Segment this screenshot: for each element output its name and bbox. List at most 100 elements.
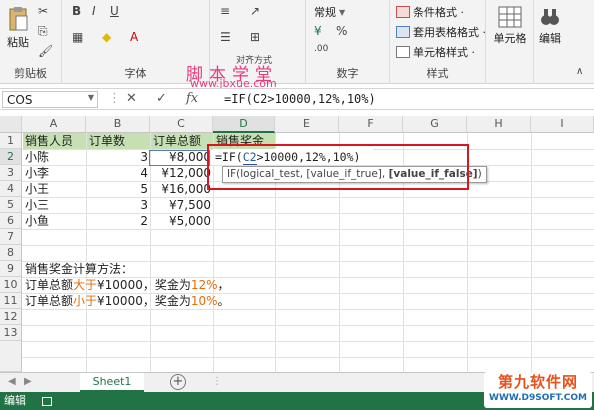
gridline — [22, 309, 594, 310]
cell-a6[interactable]: 小鱼 — [23, 213, 86, 229]
cells-button[interactable]: 单元格 — [490, 6, 530, 46]
cell-b4[interactable]: 5 — [87, 181, 150, 197]
cell-b2[interactable]: 3 — [87, 149, 150, 165]
format-as-table-label: 套用表格格式 · — [413, 26, 486, 39]
col-header-f[interactable]: F — [339, 116, 403, 133]
col-header-h[interactable]: H — [467, 116, 531, 133]
cell-b3[interactable]: 4 — [87, 165, 150, 181]
note-line-1[interactable]: 订单总额大于¥10000，奖金为12%， — [25, 277, 230, 293]
number-format-value: 常规 — [314, 6, 336, 19]
formula-input[interactable]: =IF(C2>10000,12%,10%) — [224, 92, 376, 106]
cancel-icon[interactable]: ✕ — [126, 91, 137, 106]
row-header-4[interactable]: 4 — [0, 181, 22, 197]
reference-highlight — [149, 150, 210, 166]
cell-c4[interactable]: ¥16,000 — [151, 181, 213, 197]
prev-sheet-icon[interactable]: ◀ — [8, 376, 16, 387]
row-header-2[interactable]: 2 — [0, 149, 22, 165]
name-box[interactable]: COS ▼ — [2, 91, 98, 108]
currency-icon[interactable]: ¥ — [314, 24, 322, 38]
row-header-filler — [0, 341, 22, 372]
fill-color-icon[interactable]: ◆ — [102, 30, 111, 44]
paste-button[interactable]: 粘贴 — [4, 6, 32, 50]
cell-b5[interactable]: 3 — [87, 197, 150, 213]
tab-sheet1[interactable]: Sheet1 — [80, 373, 144, 392]
cell-b6[interactable]: 2 — [87, 213, 150, 229]
cells-label: 单元格 — [493, 32, 527, 45]
insert-function-button[interactable]: fx — [186, 91, 198, 106]
decimal-icon[interactable]: .00 — [314, 44, 328, 54]
merge-icon[interactable]: ⊞ — [250, 30, 260, 44]
row-header-3[interactable]: 3 — [0, 165, 22, 181]
borders-icon[interactable]: ▦ — [72, 30, 83, 44]
cell-styles-button[interactable]: 单元格样式 · — [396, 44, 475, 60]
number-format-dropdown[interactable]: 常规 ▼ — [314, 4, 345, 20]
row-header-13[interactable]: 13 — [0, 325, 22, 341]
row-header-5[interactable]: 5 — [0, 197, 22, 213]
paste-icon — [9, 7, 28, 31]
bold-icon[interactable]: B — [72, 4, 81, 18]
row-header-8[interactable]: 8 — [0, 245, 22, 261]
format-as-table-button[interactable]: 套用表格格式 · — [396, 24, 486, 40]
row-header-12[interactable]: 12 — [0, 309, 22, 325]
gridline — [22, 245, 594, 246]
col-header-b[interactable]: B — [86, 116, 150, 133]
collapse-ribbon-icon[interactable]: ∧ — [576, 66, 583, 77]
percent-icon[interactable]: % — [336, 24, 347, 38]
cell-c1[interactable]: 订单总额 — [151, 133, 213, 149]
underline-icon[interactable]: U — [110, 4, 119, 18]
cell-a4[interactable]: 小王 — [23, 181, 86, 197]
macro-record-icon[interactable] — [41, 396, 52, 406]
row-header-9[interactable]: 9 — [0, 261, 22, 277]
copy-icon[interactable]: ⎘ — [38, 24, 48, 39]
select-all-corner[interactable] — [0, 116, 22, 133]
cell-c6[interactable]: ¥5,000 — [151, 213, 213, 229]
col-header-g[interactable]: G — [403, 116, 467, 133]
enter-icon[interactable]: ✓ — [156, 91, 167, 106]
add-sheet-icon[interactable]: + — [170, 374, 186, 390]
next-sheet-icon[interactable]: ▶ — [24, 376, 32, 387]
col-header-i[interactable]: I — [531, 116, 594, 133]
note-title[interactable]: 销售奖金计算方法： — [25, 261, 133, 277]
cell-a1[interactable]: 销售人员 — [23, 133, 86, 149]
col-header-a[interactable]: A — [22, 116, 86, 133]
note-text: 订单总额 — [25, 278, 74, 292]
italic-icon[interactable]: I — [92, 4, 96, 18]
number-group: 常规 ▼ ¥ % .00 数字 — [306, 0, 390, 84]
cell-b1[interactable]: 订单数 — [87, 133, 150, 149]
status-mode: 编辑 — [4, 394, 26, 407]
editing-button[interactable]: 编辑 — [536, 6, 564, 46]
gridline — [22, 229, 594, 230]
note-line-2[interactable]: 订单总额小于¥10000，奖金为10%。 — [25, 293, 230, 309]
note-percent: 12% — [190, 278, 218, 292]
row-header-11[interactable]: 11 — [0, 293, 22, 309]
cell-a5[interactable]: 小三 — [23, 197, 86, 213]
cut-icon[interactable]: ✂ — [38, 4, 48, 18]
col-header-c[interactable]: C — [150, 116, 213, 133]
site-logo: 第九软件网 WWW.D9SOFT.COM — [484, 372, 592, 408]
cells-group[interactable]: 单元格 — [486, 0, 534, 84]
row-header-6[interactable]: 6 — [0, 213, 22, 229]
align-left-icon[interactable]: ☰ — [220, 30, 231, 44]
conditional-format-button[interactable]: 条件格式 · — [396, 4, 464, 20]
clipboard-group: 粘贴 ✂ ⎘ 🖌 剪贴板 — [0, 0, 62, 84]
cell-a2[interactable]: 小陈 — [23, 149, 86, 165]
orientation-icon[interactable]: ↗ — [250, 4, 260, 18]
align-top-icon[interactable]: ≡ — [220, 4, 230, 18]
annotation-box — [207, 144, 469, 190]
col-header-d[interactable]: D — [213, 116, 275, 133]
note-text: 。 — [217, 294, 230, 308]
col-header-e[interactable]: E — [275, 116, 339, 133]
cell-a3[interactable]: 小李 — [23, 165, 86, 181]
row-header-7[interactable]: 7 — [0, 229, 22, 245]
note-text: ， — [217, 278, 230, 292]
format-painter-icon[interactable]: 🖌 — [38, 44, 53, 58]
cell-c3[interactable]: ¥12,000 — [151, 165, 213, 181]
tooltip-close: ) — [477, 168, 482, 180]
note-comparison: 小于 — [73, 294, 98, 308]
row-header-1[interactable]: 1 — [0, 133, 22, 149]
row-header-10[interactable]: 10 — [0, 277, 22, 293]
cell-c5[interactable]: ¥7,500 — [151, 197, 213, 213]
tab-splitter-icon[interactable]: ⋮ — [212, 376, 222, 387]
editing-group[interactable]: 编辑 — [534, 0, 566, 84]
font-color-icon[interactable]: A — [130, 30, 138, 44]
